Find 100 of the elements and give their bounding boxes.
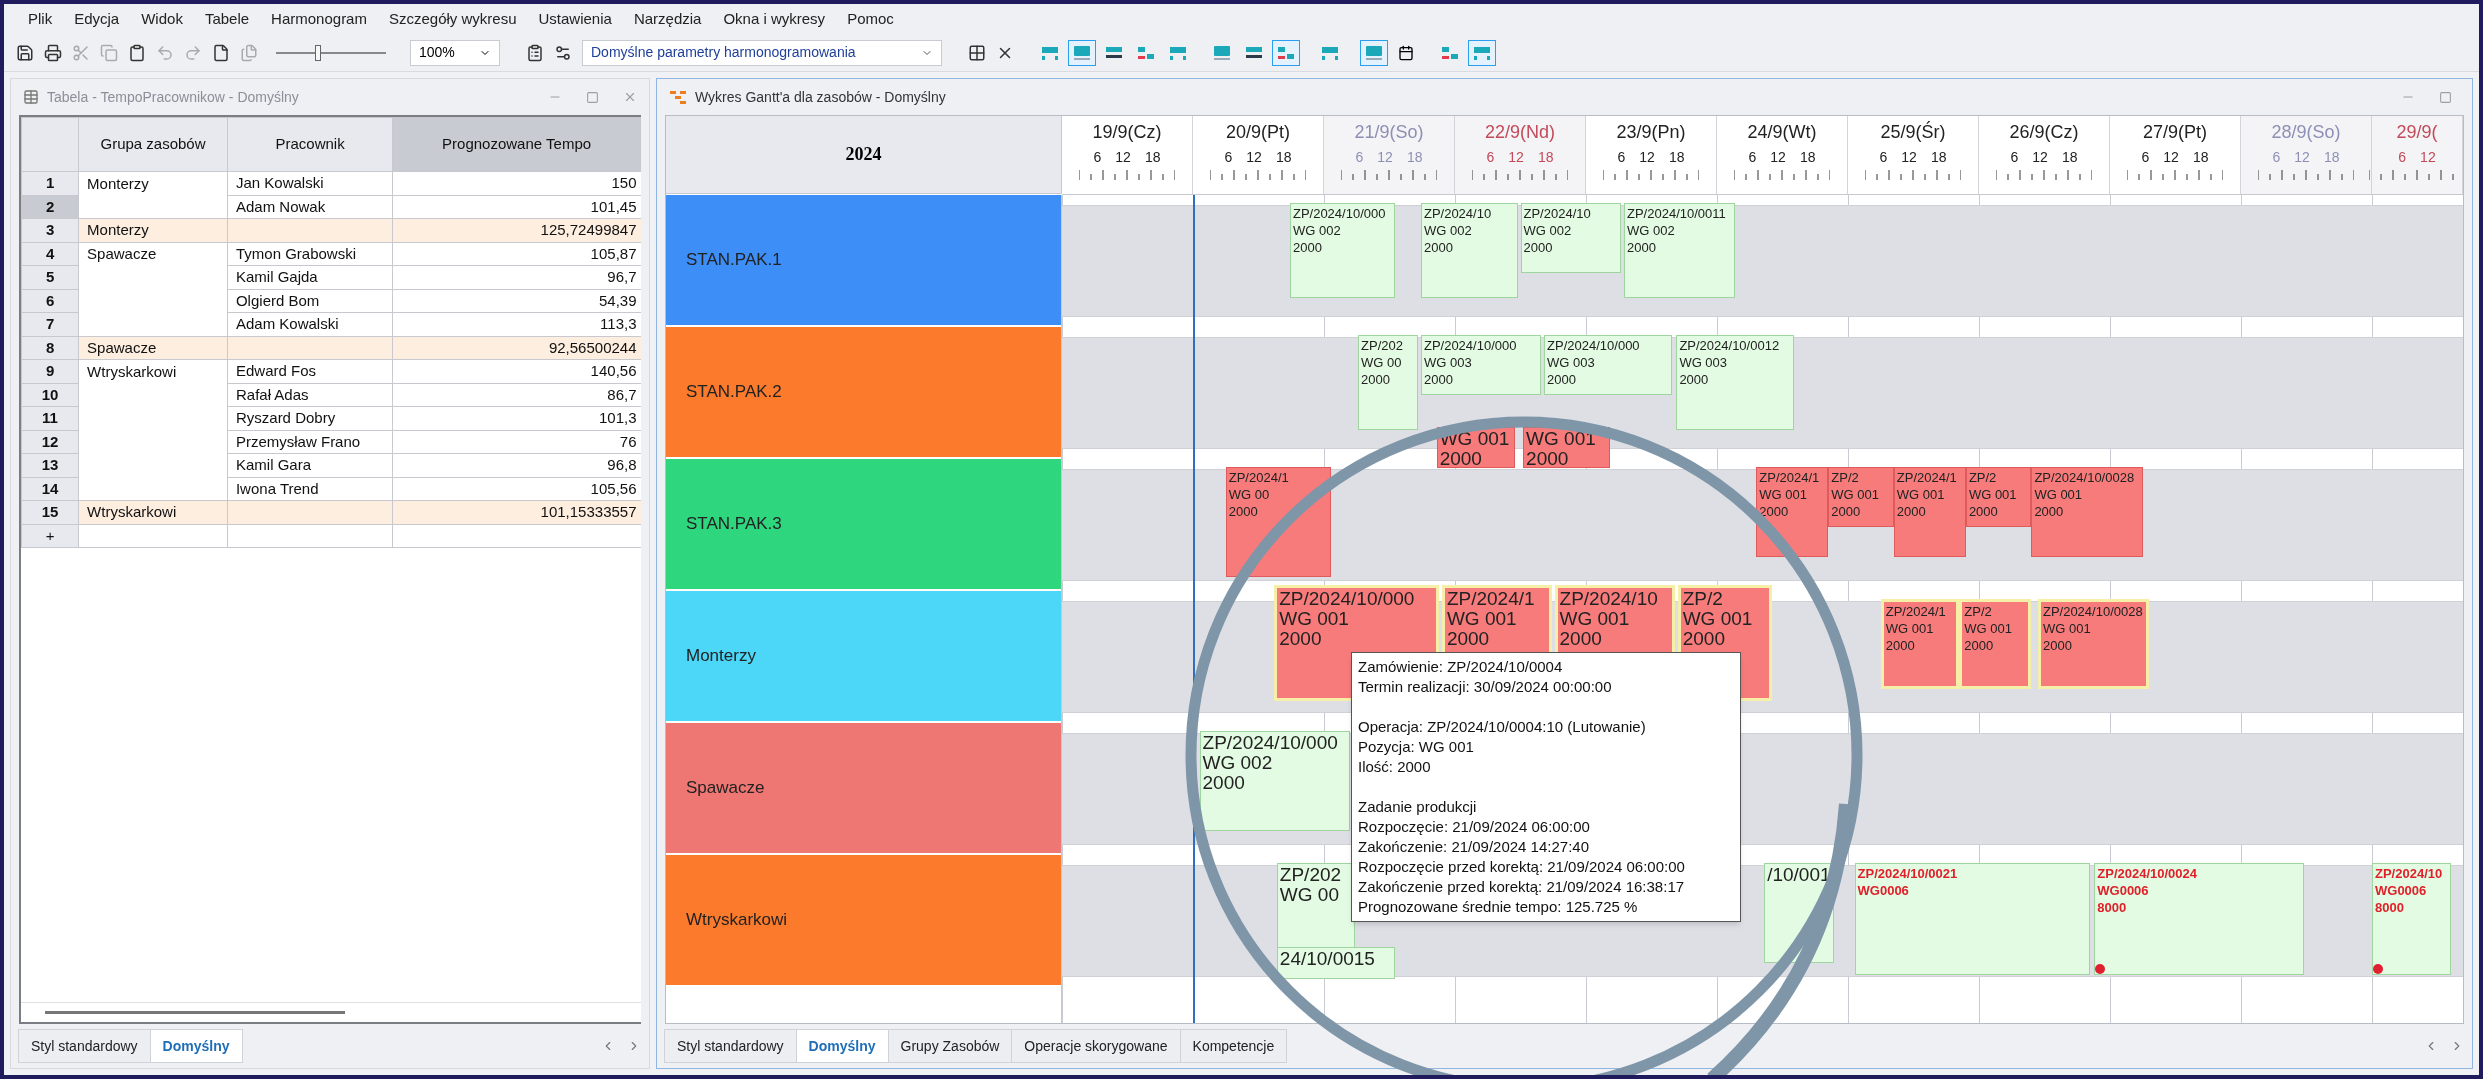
task-bar[interactable]: ZP/2 WG 001 2000 — [1965, 467, 2032, 527]
task-bar[interactable]: ZP/2024/10/0011 WG 002 2000 — [1624, 203, 1736, 298]
menu-item[interactable]: Harmonogram — [271, 7, 367, 31]
resource-row-header[interactable]: STAN.PAK.3 — [666, 459, 1061, 591]
slider-thumb[interactable] — [314, 44, 321, 61]
menu-item[interactable]: Widok — [141, 7, 183, 31]
documents-icon[interactable] — [240, 43, 258, 62]
row-number[interactable]: 8 — [21, 336, 79, 360]
sheet-tab[interactable]: Styl standardowy — [664, 1029, 797, 1063]
resource-row-header[interactable]: Spawacze — [666, 723, 1061, 855]
row-number[interactable]: 9 — [21, 359, 79, 383]
task-bar[interactable]: ZP/2024/1 WG 001 2000 — [1880, 599, 1960, 689]
hour-label: 6 — [1486, 148, 1495, 167]
row-number[interactable]: 3 — [21, 218, 79, 242]
task-bar[interactable]: ZP/2024/10 WG 002 2000 — [1420, 203, 1518, 298]
new-row-marker[interactable]: + — [45, 526, 55, 544]
task-bar[interactable]: ZP/2024/1 WG 001 2000 — [1756, 467, 1829, 557]
save-icon[interactable] — [16, 43, 34, 62]
task-bar[interactable]: ZP/2 WG 001 2000 — [1959, 599, 2032, 689]
resource-row-header[interactable]: STAN.PAK.1 — [666, 195, 1061, 327]
cut-icon[interactable] — [72, 43, 90, 62]
sheet-tab[interactable]: Domyślny — [795, 1029, 889, 1063]
table-cell: 96,8 — [607, 456, 637, 474]
resource-row-header[interactable]: Monterzy — [666, 591, 1061, 723]
layout-icon[interactable] — [968, 43, 986, 62]
maximize-icon[interactable] — [586, 90, 599, 104]
row-number[interactable]: 10 — [21, 383, 79, 407]
table-icon — [23, 89, 39, 105]
horizontal-scrollbar[interactable] — [45, 1011, 345, 1014]
task-bar[interactable]: ZP/2024/10/000 WG 003 2000 — [1420, 335, 1542, 395]
task-bar[interactable]: ZP/2024/10 WG 002 2000 — [1520, 203, 1622, 273]
menu-item[interactable]: Ustawienia — [538, 7, 612, 31]
clipboard-list-icon[interactable] — [526, 43, 544, 62]
menu-item[interactable]: Pomoc — [847, 7, 894, 31]
menu-item[interactable]: Tabele — [204, 7, 250, 31]
row-number[interactable]: 13 — [21, 453, 79, 477]
row-number[interactable]: 1 — [21, 171, 79, 195]
task-bar[interactable]: ZP/2024/1 WG 001 2000 — [1893, 467, 1966, 557]
task-bar[interactable]: ZP/2024/10/000 WG 002 2000 — [1289, 203, 1395, 298]
menu-item[interactable]: Edycja — [74, 7, 120, 31]
view-toggle-button[interactable] — [1468, 39, 1496, 66]
undo-icon[interactable] — [156, 43, 174, 62]
menu-item[interactable]: Szczegóły wykresu — [388, 7, 517, 31]
column-header[interactable]: Grupa zasobów — [78, 117, 228, 172]
column-header[interactable]: Pracownik — [227, 117, 393, 172]
hour-label: 6 — [2272, 148, 2281, 167]
maximize-icon[interactable] — [2439, 90, 2452, 104]
row-number[interactable]: 5 — [21, 265, 79, 289]
row-number[interactable]: 15 — [21, 500, 79, 524]
task-bar[interactable]: ZP/2024/10/0028 WG 001 2000 — [2037, 599, 2150, 689]
row-number[interactable]: 7 — [21, 312, 79, 336]
task-bar[interactable]: ZP/2024/10 WG0006 8000 — [2372, 863, 2451, 975]
menu-item[interactable]: Plik — [28, 7, 53, 31]
document-icon[interactable] — [212, 43, 230, 62]
row-number[interactable]: 12 — [21, 430, 79, 454]
menu-item[interactable]: Okna i wykresy — [723, 7, 826, 31]
table-cell: 101,45 — [590, 197, 637, 215]
sheet-tab[interactable]: Kompetencje — [1179, 1029, 1288, 1063]
task-bar[interactable]: ZP/2024/10/0021 WG0006 — [1854, 863, 2091, 975]
task-bar[interactable]: ZP/2024/10/0024 WG0006 8000 — [2094, 863, 2304, 975]
task-bar[interactable]: ZP/202 WG 00 — [1276, 863, 1356, 949]
hour-label: 12 — [2032, 148, 2048, 167]
sheet-tab[interactable]: Grupy Zasobów — [887, 1029, 1013, 1063]
task-bar[interactable]: ZP/2 WG 001 2000 — [1828, 467, 1894, 527]
row-number[interactable]: 14 — [21, 477, 79, 501]
print-icon[interactable] — [44, 43, 62, 62]
table-cell: Olgierd Bom — [235, 291, 320, 309]
column-header[interactable]: Prognozowane Tempo — [392, 117, 641, 172]
copy-icon[interactable] — [100, 43, 118, 62]
table-cell: Wtryskarkowi — [87, 362, 177, 380]
task-bar[interactable]: ZP/2024/10/000 WG 003 2000 — [1544, 335, 1673, 395]
view-toggle-button[interactable] — [1360, 39, 1388, 66]
row-number[interactable]: 11 — [21, 406, 79, 430]
redo-icon[interactable] — [184, 43, 202, 62]
row-number[interactable]: 4 — [21, 242, 79, 266]
resource-row-header[interactable]: STAN.PAK.2 — [666, 327, 1061, 459]
task-bar[interactable]: 24/10/0015 — [1276, 947, 1395, 979]
table-cell: Monterzy — [87, 174, 149, 192]
task-bar[interactable]: ZP/2024/10/0028 WG 001 2000 — [2031, 467, 2143, 557]
task-bar[interactable]: ZP/2024/10/0012 WG 003 2000 — [1676, 335, 1795, 430]
paste-icon[interactable] — [128, 43, 146, 62]
hour-label: 6 — [1617, 148, 1626, 167]
settings-icon[interactable] — [554, 43, 572, 62]
zoom-combo[interactable]: 100% — [410, 39, 500, 66]
sheet-tab[interactable]: Domyślny — [149, 1029, 243, 1063]
sheet-tab[interactable]: Styl standardowy — [18, 1029, 151, 1063]
menu-item[interactable]: Narzędzia — [633, 7, 702, 31]
row-number[interactable]: 6 — [21, 289, 79, 313]
table-cell: Adam Nowak — [235, 197, 326, 215]
table-cell: Iwona Trend — [235, 479, 319, 497]
view-toggle-button[interactable] — [1272, 39, 1300, 66]
sheet-tab[interactable]: Operacje skorygowane — [1011, 1029, 1181, 1063]
profile-dropdown[interactable]: Domyślne parametry harmonogramowania — [582, 39, 942, 66]
resource-row-header[interactable]: Wtryskarkowi — [666, 855, 1061, 987]
view-toggle-button[interactable] — [1068, 39, 1096, 66]
table-cell: 96,7 — [607, 268, 637, 286]
hour-label: 12 — [1246, 148, 1262, 167]
task-bar[interactable]: ZP/202 WG 00 2000 — [1358, 335, 1419, 430]
task-bar[interactable]: ZP/2024/10/000 WG 002 2000 — [1199, 731, 1351, 831]
row-number[interactable]: 2 — [21, 195, 79, 219]
